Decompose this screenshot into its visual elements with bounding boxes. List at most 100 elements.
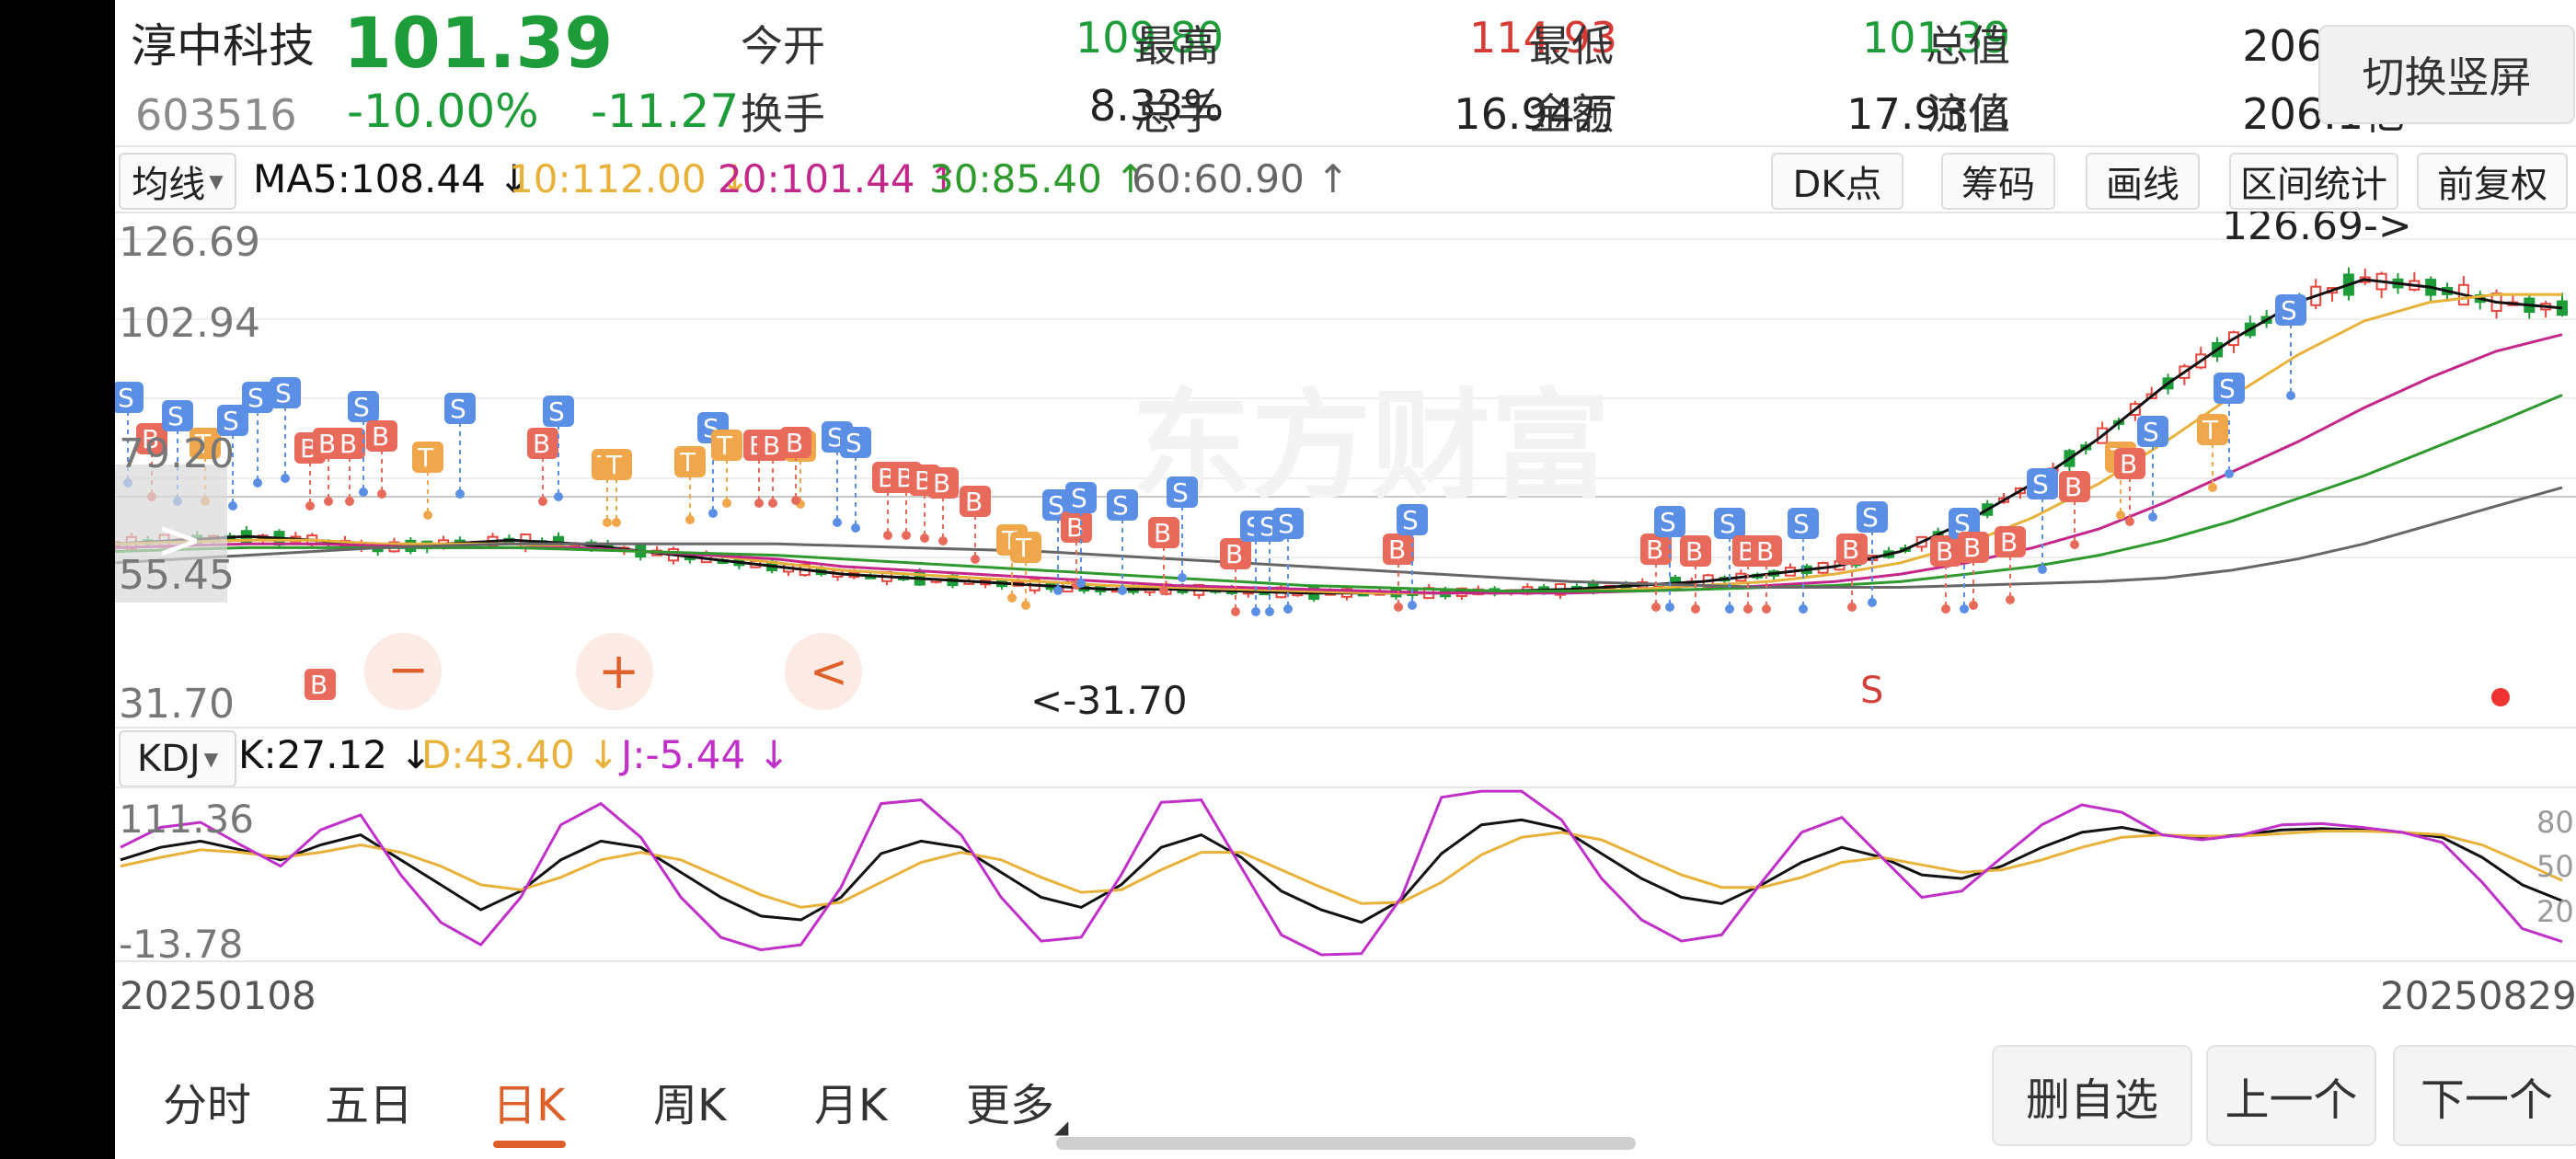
marker-label-s: S xyxy=(167,401,184,431)
marker-dot xyxy=(228,501,237,511)
ma10-label: 10:112.00 ↓ xyxy=(509,156,752,201)
marker-dot xyxy=(1283,604,1293,614)
y-axis-labels: 126.69 102.94 79.20 55.45 31.70 xyxy=(119,219,260,727)
marker-dot xyxy=(920,534,929,543)
high-label: 最高 xyxy=(1134,21,1219,71)
y-tick-label: 31.70 xyxy=(119,681,235,727)
turnover-label: 换手 xyxy=(741,89,825,139)
marker-dot xyxy=(883,531,892,540)
marker-label-b: B xyxy=(339,429,357,459)
switch-portrait-button[interactable]: 切换竖屏 xyxy=(2318,25,2575,124)
kdj-chart[interactable]: 111.36 -13.78 80 50 20 xyxy=(115,786,2576,966)
previous-stock-button[interactable]: 上一个 xyxy=(2206,1045,2376,1146)
marker-dot xyxy=(612,518,621,527)
kdj-bottom-label: -13.78 xyxy=(119,922,243,966)
marker-dot xyxy=(2148,512,2157,522)
y-tick-label: 55.45 xyxy=(119,552,235,599)
marker-dot xyxy=(324,497,333,506)
marker-dot xyxy=(455,489,465,499)
latest-dot xyxy=(2491,688,2510,706)
marker-dot xyxy=(1868,598,1877,607)
marker-dot xyxy=(1762,604,1771,614)
marker-dot xyxy=(2116,511,2125,520)
marker-label-s: S xyxy=(2219,373,2236,404)
marker-label-b: B xyxy=(933,468,950,499)
marker-label-b: B xyxy=(1936,536,1953,567)
kdj-line-d xyxy=(120,830,2563,909)
y-tick-label: 79.20 xyxy=(119,430,235,477)
forward-adjust-label: 前复权 xyxy=(2437,164,2547,206)
stock-name: 淳中科技 xyxy=(131,19,315,73)
tab-more-label: 更多 xyxy=(966,1080,1055,1131)
marker-dot xyxy=(1847,602,1857,612)
marker-dot xyxy=(1007,593,1017,602)
stock-code: 603516 xyxy=(135,90,297,140)
marker-label-b: B xyxy=(786,428,803,458)
marker-dot xyxy=(1076,579,1086,588)
marker-dot xyxy=(359,488,368,497)
candlestick-chart[interactable]: 东方财富 SBSTSSSBBBSBTSBSTTTSTBBTBSSBBBBBTTS… xyxy=(115,212,2576,727)
forward-adjust-button[interactable]: 前复权 xyxy=(2417,153,2568,210)
kdj-20-label: 20 xyxy=(2536,894,2574,929)
marker-label-b: B xyxy=(1646,534,1663,565)
ma60-label: 60:60.90 ↑ xyxy=(1132,156,1350,201)
dk-point-button[interactable]: DK点 xyxy=(1771,153,1903,210)
marker-dot xyxy=(1408,601,1417,610)
marker-dot xyxy=(423,511,432,520)
marker-label-b: B xyxy=(310,670,328,700)
marker-dot xyxy=(708,509,718,518)
remove-watchlist-button[interactable]: 删自选 xyxy=(1992,1045,2192,1146)
marker-dot xyxy=(938,536,948,545)
marker-dot xyxy=(2038,565,2047,574)
tab-more[interactable]: 更多◢ xyxy=(966,1069,1068,1138)
tab-daily-k[interactable]: 日K xyxy=(492,1069,565,1133)
tab-weekly-k[interactable]: 周K xyxy=(653,1069,726,1133)
indicator-select[interactable]: 均线 ▼ xyxy=(119,153,236,210)
marker-label-b: B xyxy=(965,487,983,517)
marker-dot xyxy=(1941,604,1950,614)
marker-label-s: S xyxy=(118,383,134,413)
draw-line-button[interactable]: 画线 xyxy=(2086,153,2200,210)
marker-label-b: B xyxy=(763,430,780,461)
marker-label-t: T xyxy=(679,447,696,477)
marker-dot xyxy=(1960,604,1969,614)
marker-dot xyxy=(1651,602,1661,612)
marker-label-b: B xyxy=(533,429,550,459)
tab-intraday[interactable]: 分时 xyxy=(163,1069,251,1133)
stock-price: 101.39 xyxy=(343,2,614,84)
marker-label-s: S xyxy=(1660,507,1676,537)
marker-dot xyxy=(851,523,860,533)
marker-label-s: S xyxy=(845,428,862,458)
chip-button[interactable]: 筹码 xyxy=(1941,153,2055,210)
marker-dot xyxy=(1691,604,1700,614)
tab-five-day[interactable]: 五日 xyxy=(325,1069,413,1133)
marker-dot xyxy=(791,496,800,505)
marker-dot xyxy=(1053,586,1063,595)
marker-dot xyxy=(1118,586,1127,595)
marker-label-s: S xyxy=(1278,509,1294,539)
marker-dot xyxy=(2070,540,2079,549)
minus-icon: − xyxy=(387,640,429,698)
marker-label-b: B xyxy=(2120,449,2137,479)
change-amount: -11.27 xyxy=(591,85,740,138)
next-stock-button[interactable]: 下一个 xyxy=(2393,1045,2576,1146)
marker-label-b: B xyxy=(2064,472,2082,502)
marker-dot xyxy=(722,499,731,508)
scroll-indicator[interactable] xyxy=(1056,1137,1636,1150)
marker-label-t: T xyxy=(716,430,733,461)
marker-label-b: B xyxy=(318,429,336,459)
marker-dot xyxy=(538,497,547,506)
low-label: 最低 xyxy=(1529,21,1614,71)
marker-label-b: B xyxy=(1154,518,1171,548)
kdj-select[interactable]: KDJ ▼ xyxy=(119,730,236,787)
range-stats-button[interactable]: 区间统计 xyxy=(2229,153,2398,210)
draw-line-label: 画线 xyxy=(2106,164,2179,206)
tab-monthly-k[interactable]: 月K xyxy=(814,1069,887,1133)
marker-label-b: B xyxy=(1388,534,1406,565)
marker-label-s: S xyxy=(2281,295,2297,326)
marker-label-s: S xyxy=(1793,509,1810,539)
marker-dot xyxy=(685,515,695,524)
s-signal-mark: S xyxy=(1860,670,1883,712)
header-divider xyxy=(115,145,2576,147)
marker-dot xyxy=(1178,573,1187,582)
